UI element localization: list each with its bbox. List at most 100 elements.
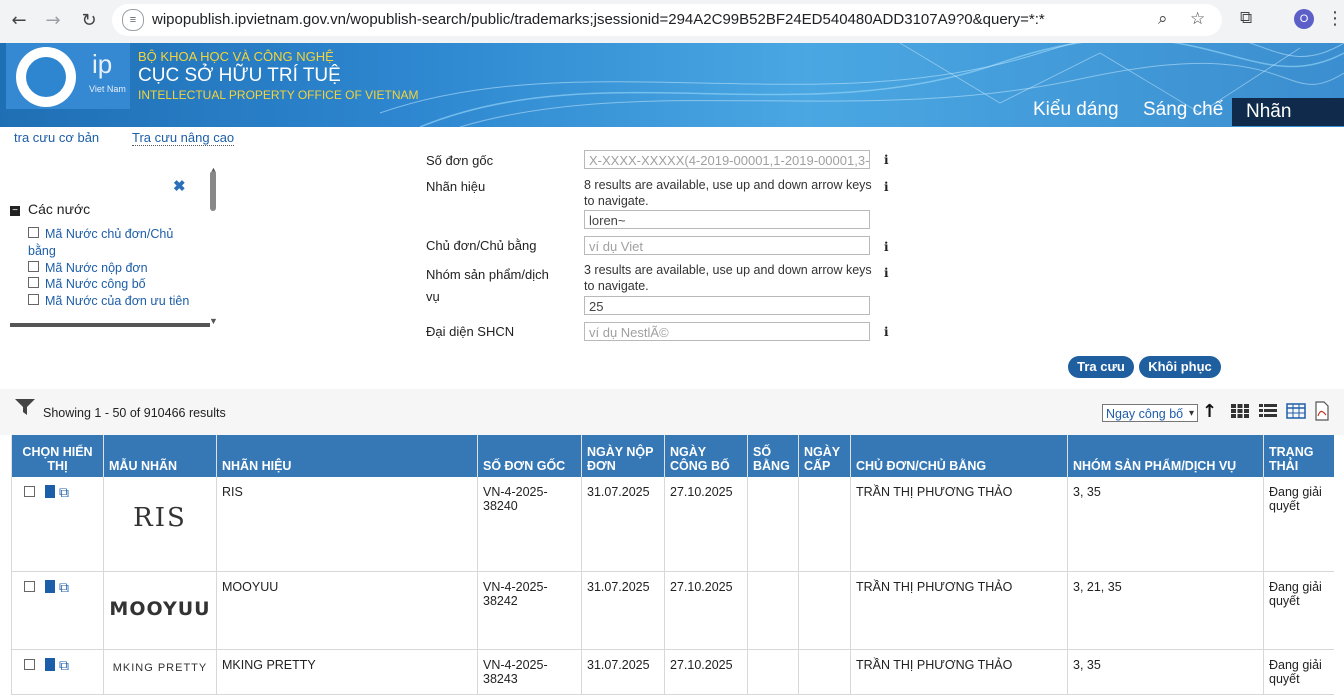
registration-number	[747, 571, 799, 650]
results-count: Showing 1 - 50 of 910466 results	[43, 406, 226, 420]
reset-button[interactable]: Khôi phục	[1139, 356, 1221, 378]
grid-view-icon[interactable]	[1230, 403, 1250, 419]
filter-icon[interactable]	[14, 398, 36, 416]
tab-kieu-dang[interactable]: Kiểu dáng	[1033, 99, 1119, 121]
classes: 3, 35	[1067, 477, 1264, 572]
col-so-don-goc[interactable]: SỐ ĐƠN GỐC	[477, 435, 582, 477]
collapse-icon[interactable]: −	[10, 206, 20, 216]
logo-text: ip	[92, 49, 113, 79]
checkbox[interactable]	[28, 277, 39, 288]
pdf-export-icon[interactable]	[1312, 401, 1332, 421]
extensions-icon[interactable]: ⧉	[1240, 8, 1252, 28]
app-number[interactable]: VN-4-2025-38242	[477, 571, 582, 650]
filter-item[interactable]: Mã Nước chủ đơn/Chủ bằng	[28, 226, 198, 260]
filter-scrollbar[interactable]: ▲ ▼	[207, 165, 219, 328]
col-chu-don[interactable]: CHỦ ĐƠN/CHỦ BẰNG	[850, 435, 1068, 477]
scroll-thumb[interactable]	[210, 171, 216, 211]
mark-image[interactable]: MKING PRETTY	[109, 662, 211, 674]
label-chu-don: Chủ đơn/Chủ bằng	[426, 238, 537, 253]
col-ngay-cong-bo[interactable]: NGÀY CÔNG BỐ	[664, 435, 748, 477]
basic-search-link[interactable]: tra cưu cơ bản	[14, 130, 99, 145]
logo[interactable]: ip Viet Nam	[6, 43, 130, 109]
advanced-search-link[interactable]: Tra cưu nâng cao	[132, 130, 235, 146]
col-so-bang[interactable]: SỐ BẰNG	[747, 435, 799, 477]
info-icon[interactable]: i	[884, 325, 889, 339]
info-icon[interactable]: i	[884, 153, 889, 167]
row-actions: ⧉	[11, 477, 104, 572]
col-nhom-san-pham[interactable]: NHÓM SẢN PHẨM/DỊCH VỤ	[1067, 435, 1264, 477]
table-view-icon[interactable]	[1286, 403, 1306, 419]
search-button[interactable]: Tra cưu	[1068, 356, 1134, 378]
filter-section-header[interactable]: − Các nước	[10, 201, 90, 217]
site-info-icon[interactable]: ≡	[122, 9, 144, 31]
status: Đang giải quyết	[1263, 571, 1334, 650]
dai-dien-input[interactable]: ví dụ NestlÃ©	[584, 322, 870, 341]
nhom-san-pham-input[interactable]: 25	[584, 296, 870, 315]
logo-subtext: Viet Nam	[89, 84, 126, 94]
info-icon[interactable]: i	[884, 240, 889, 254]
mark-image-cell[interactable]: RIS	[103, 477, 217, 572]
address-bar[interactable]: ≡ wipopublish.ipvietnam.gov.vn/wopublish…	[112, 4, 1222, 36]
col-ngay-cap[interactable]: NGÀY CẤP	[798, 435, 851, 477]
external-link-icon[interactable]: ⧉	[59, 580, 69, 596]
mark-name[interactable]: MKING PRETTY	[216, 649, 478, 695]
checkbox[interactable]	[28, 261, 39, 272]
sort-select[interactable]: Ngay công bố ▾	[1102, 404, 1198, 422]
col-chon-hien-thi[interactable]: CHỌN HIỂN THỊ	[11, 435, 104, 477]
sort-direction-icon[interactable]: ↑	[1202, 401, 1217, 422]
document-icon[interactable]	[45, 579, 55, 593]
reload-icon[interactable]: ↻	[76, 8, 102, 34]
chu-don-input[interactable]: ví dụ Viet	[584, 236, 870, 255]
document-icon[interactable]	[45, 657, 55, 671]
col-nhan-hieu[interactable]: NHÃN HIỆU	[216, 435, 478, 477]
row-checkbox[interactable]	[24, 658, 35, 670]
mark-name[interactable]: RIS	[216, 477, 478, 572]
publication-date: 27.10.2025	[664, 649, 748, 695]
app-number[interactable]: VN-4-2025-38243	[477, 649, 582, 695]
zoom-icon[interactable]: ⌕	[1158, 9, 1168, 29]
external-link-icon[interactable]: ⧉	[59, 485, 69, 501]
mark-name[interactable]: MOOYUU	[216, 571, 478, 650]
list-view-icon[interactable]	[1258, 403, 1278, 419]
row-checkbox[interactable]	[24, 580, 35, 592]
scroll-down-icon[interactable]: ▼	[209, 316, 218, 326]
url-text[interactable]: wipopublish.ipvietnam.gov.vn/wopublish-s…	[152, 11, 1045, 28]
info-icon[interactable]: i	[884, 180, 889, 194]
mark-image-cell[interactable]: MOOYUU	[103, 571, 217, 650]
tab-sang-che[interactable]: Sáng chế	[1143, 99, 1223, 121]
office-name-vi: CỤC SỞ HỮU TRÍ TUỆ	[138, 65, 341, 86]
table-row[interactable]: ⧉ RIS RIS VN-4-2025-38240 31.07.2025 27.…	[11, 477, 1334, 572]
profile-avatar[interactable]: O	[1294, 9, 1314, 29]
publication-date: 27.10.2025	[664, 477, 748, 572]
col-ngay-nop-don[interactable]: NGÀY NỘP ĐƠN	[581, 435, 665, 477]
table-row[interactable]: ⧉ MOOYUU MOOYUU VN-4-2025-38242 31.07.20…	[11, 571, 1334, 650]
row-actions: ⧉	[11, 571, 104, 650]
filter-item[interactable]: Mã Nước của đơn ưu tiên	[28, 294, 189, 308]
checkbox[interactable]	[28, 294, 39, 305]
mark-image[interactable]: RIS	[109, 503, 211, 533]
col-mau-nhan[interactable]: MẪU NHÃN	[103, 435, 217, 477]
close-icon[interactable]: ✖	[173, 177, 186, 195]
col-trang-thai[interactable]: TRẠNG THÁI	[1263, 435, 1334, 477]
info-icon[interactable]: i	[884, 266, 889, 280]
filter-item[interactable]: Mã Nước nộp đơn	[28, 261, 148, 275]
next-section-header[interactable]	[10, 323, 210, 327]
row-checkbox[interactable]	[24, 486, 35, 497]
mark-image-cell[interactable]: MKING PRETTY	[103, 649, 217, 695]
browser-menu-icon[interactable]: ⋮	[1326, 8, 1344, 29]
filter-item[interactable]: Mã Nước công bố	[28, 277, 146, 291]
back-icon[interactable]: ←	[6, 8, 32, 34]
forward-icon[interactable]: →	[40, 8, 66, 34]
bookmark-star-icon[interactable]: ☆	[1190, 9, 1205, 29]
document-icon[interactable]	[45, 485, 55, 498]
external-link-icon[interactable]: ⧉	[59, 658, 69, 674]
table-row[interactable]: ⧉ MKING PRETTY MKING PRETTY VN-4-2025-38…	[11, 649, 1334, 695]
label-dai-dien: Đại diện SHCN	[426, 324, 515, 339]
checkbox[interactable]	[28, 227, 39, 238]
so-don-goc-input[interactable]: X-XXXX-XXXXX(4-2019-00001,1-2019-00001,3…	[584, 150, 870, 169]
mark-image[interactable]: MOOYUU	[109, 598, 211, 620]
app-number[interactable]: VN-4-2025-38240	[477, 477, 582, 572]
nhan-hieu-input[interactable]: loren~	[584, 210, 870, 229]
filing-date: 31.07.2025	[581, 477, 665, 572]
tab-nhan-hieu[interactable]: Nhãn hiệu	[1232, 98, 1344, 126]
